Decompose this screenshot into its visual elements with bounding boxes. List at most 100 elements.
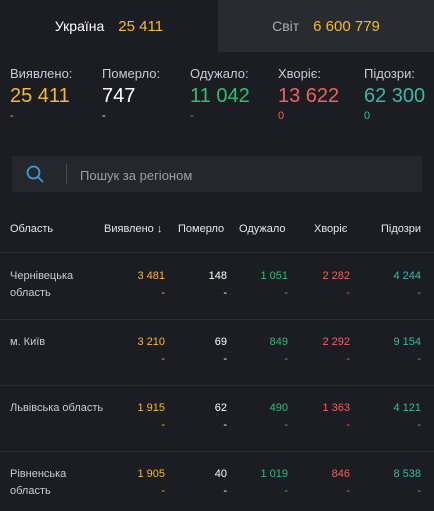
cell-deaths-delta: - [223,419,227,431]
cell-deaths-delta: - [223,353,227,365]
cell-suspected: 8 538 - [393,466,421,500]
col-recovered[interactable]: Одужало [239,223,286,235]
row-region-name: Рівненська область [10,468,67,497]
table-row[interactable]: м. Київ 3 210 - 69 - 849 - 2 292 - 9 154 - [0,319,434,379]
col-deaths[interactable]: Померло [178,223,224,235]
cell-recovered-delta: - [284,353,288,365]
cell-recovered: 490 - [270,400,288,434]
search-input[interactable] [78,156,412,194]
search-icon[interactable] [26,165,44,183]
cell-recovered: 1 051 - [260,268,288,302]
cell-suspected-delta: - [417,287,421,299]
cell-recovered-value: 1 019 [260,468,288,480]
cell-sick: 2 292 - [322,334,350,368]
stat-recovered-value: 11 042 [190,85,250,107]
cell-confirmed-value: 3 210 [137,336,165,348]
cell-sick: 846 - [332,466,350,500]
stat-sick: Хворіє: 13 622 0 [278,66,339,122]
search-divider [66,164,67,184]
cell-sick-delta: - [346,353,350,365]
cell-sick-value: 2 292 [322,336,350,348]
col-confirmed[interactable]: Виявлено ↓ [104,223,162,235]
cell-suspected-delta: - [417,485,421,497]
row-region-name: Львівська область [10,402,104,414]
cell-suspected-value: 4 244 [393,270,421,282]
cell-confirmed: 3 481 - [137,268,165,302]
summary-stats: Виявлено: 25 411 - Померло: 747 - Одужал… [0,66,434,126]
stat-confirmed: Виявлено: 25 411 - [10,66,72,122]
stat-deaths-value: 747 [102,85,136,107]
cell-suspected: 4 121 - [393,400,421,434]
cell-confirmed-delta: - [161,419,165,431]
stat-sick-value: 13 622 [278,85,340,107]
table-header: Область Виявлено ↓ Померло Одужало Хворі… [0,220,434,240]
stat-deaths-delta: - [102,110,106,122]
cell-recovered-value: 490 [269,402,288,414]
tab-ukraine-label: Україна [54,18,105,34]
cell-sick-value: 1 363 [322,402,350,414]
cell-recovered-value: 849 [269,336,288,348]
cell-confirmed-delta: - [161,485,165,497]
col-confirmed-label: Виявлено [104,223,154,235]
col-region[interactable]: Область [10,223,53,235]
table-row[interactable]: Чернівецька область 3 481-148-1 051-2 282… [0,253,434,313]
region-tabs: Україна 25 411 Світ 6 600 779 [0,0,434,52]
col-suspected[interactable]: Підозри [381,223,421,235]
cell-sick-delta: - [346,419,350,431]
cell-suspected-delta: - [417,419,421,431]
cell-suspected-value: 4 121 [393,402,421,414]
cell-recovered: 1 019 - [260,466,288,500]
stat-confirmed-value: 25 411 [10,85,70,107]
stat-recovered-delta: - [190,110,194,122]
cell-suspected-value: 8 538 [393,468,421,480]
stat-confirmed-delta: - [10,110,14,122]
cell-confirmed: 3 210 - [137,334,165,368]
cell-confirmed-delta: - [161,287,165,299]
cell-deaths: 69 - [215,334,227,368]
stat-recovered-label: Одужало: [190,66,249,81]
table-row[interactable]: Львівська область 1 915-62-490-1 363-4 12… [0,385,434,445]
cell-deaths-delta: - [223,485,227,497]
tab-ukraine-count: 25 411 [118,17,164,35]
tab-ukraine[interactable]: Україна 25 411 [0,0,218,52]
region-search [12,156,422,194]
cell-recovered: 849 - [270,334,288,368]
tab-world-count: 6 600 779 [313,17,380,35]
cell-suspected: 9 154 - [393,334,421,368]
cell-confirmed: 1 905 - [137,466,165,500]
cell-sick: 2 282 - [322,268,350,302]
stat-suspected: Підозри: 62 300 0 [364,66,425,122]
stat-suspected-label: Підозри: [364,66,415,81]
table-row[interactable]: Рівненська область 1 905-40-1 019-846-8 5… [0,451,434,511]
cell-confirmed-value: 1 905 [137,468,165,480]
cell-sick-delta: - [346,485,350,497]
cell-suspected-delta: - [417,353,421,365]
stat-suspected-value: 62 300 [364,85,426,107]
stat-sick-label: Хворіє: [278,66,322,81]
row-region-name: Чернівецька область [10,270,74,299]
stat-deaths: Померло: 747 - [102,66,160,122]
stat-recovered: Одужало: 11 042 - [190,66,250,122]
col-sick[interactable]: Хворіє [314,223,347,235]
stat-sick-delta: 0 [278,110,285,122]
cell-deaths-value: 40 [214,468,227,480]
cell-recovered-delta: - [284,287,288,299]
cell-deaths-value: 148 [208,270,227,282]
stat-confirmed-label: Виявлено: [10,66,73,81]
tab-world[interactable]: Світ 6 600 779 [218,0,434,52]
sort-arrow-icon: ↓ [156,223,163,235]
cell-deaths-value: 69 [214,336,227,348]
cell-confirmed-delta: - [161,353,165,365]
cell-deaths: 62 - [215,400,227,434]
cell-confirmed-value: 3 481 [137,270,165,282]
cell-deaths-delta: - [223,287,227,299]
cell-recovered-delta: - [284,485,288,497]
cell-sick-value: 2 282 [322,270,350,282]
cell-deaths: 148 - [209,268,227,302]
cell-confirmed-value: 1 915 [137,402,165,414]
stat-suspected-delta: 0 [364,110,371,122]
cell-sick-delta: - [346,287,350,299]
cell-suspected: 4 244 - [393,268,421,302]
cell-suspected-value: 9 154 [393,336,421,348]
cell-sick-value: 846 [331,468,350,480]
